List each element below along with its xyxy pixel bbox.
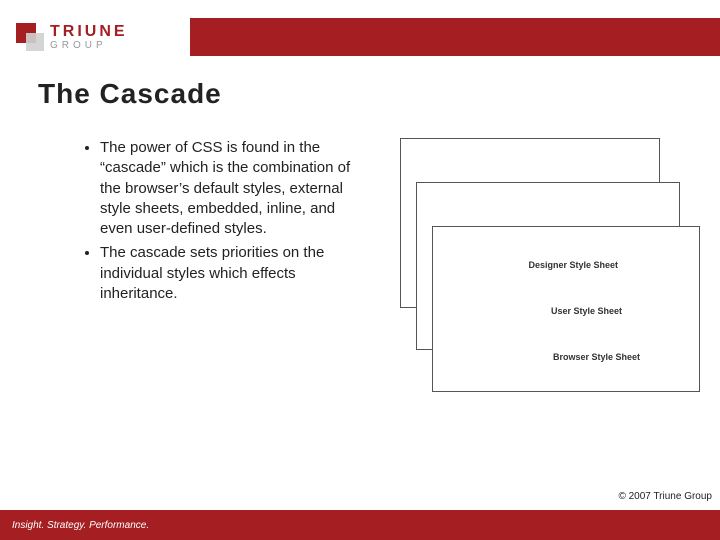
cascade-diagram: Designer Style Sheet User Style Sheet Br… (400, 138, 700, 398)
copyright-text: © 2007 Triune Group (618, 491, 712, 502)
bullet-item: The cascade sets priorities on the indiv… (100, 243, 370, 304)
logo-text: TRIUNE GROUP (50, 24, 128, 51)
logo-subtext: GROUP (50, 41, 128, 51)
footer-bar: Insight. Strategy. Performance. (0, 510, 720, 540)
bullet-item: The power of CSS is found in the “cascad… (100, 138, 370, 239)
logo-brand: TRIUNE (50, 24, 128, 40)
slide-title: The Cascade (0, 56, 720, 110)
logo-mark-icon (16, 23, 44, 51)
diagram-column: Designer Style Sheet User Style Sheet Br… (370, 138, 700, 398)
diagram-label-designer: Designer Style Sheet (528, 260, 618, 270)
bullet-column: The power of CSS is found in the “cascad… (58, 138, 370, 398)
diagram-label-browser: Browser Style Sheet (553, 352, 640, 362)
logo: TRIUNE GROUP (0, 18, 190, 56)
header-accent-bar (190, 18, 720, 56)
content-area: The power of CSS is found in the “cascad… (0, 110, 720, 398)
diagram-label-user: User Style Sheet (551, 306, 622, 316)
header: TRIUNE GROUP (0, 0, 720, 56)
footer-tagline: Insight. Strategy. Performance. (12, 520, 149, 531)
